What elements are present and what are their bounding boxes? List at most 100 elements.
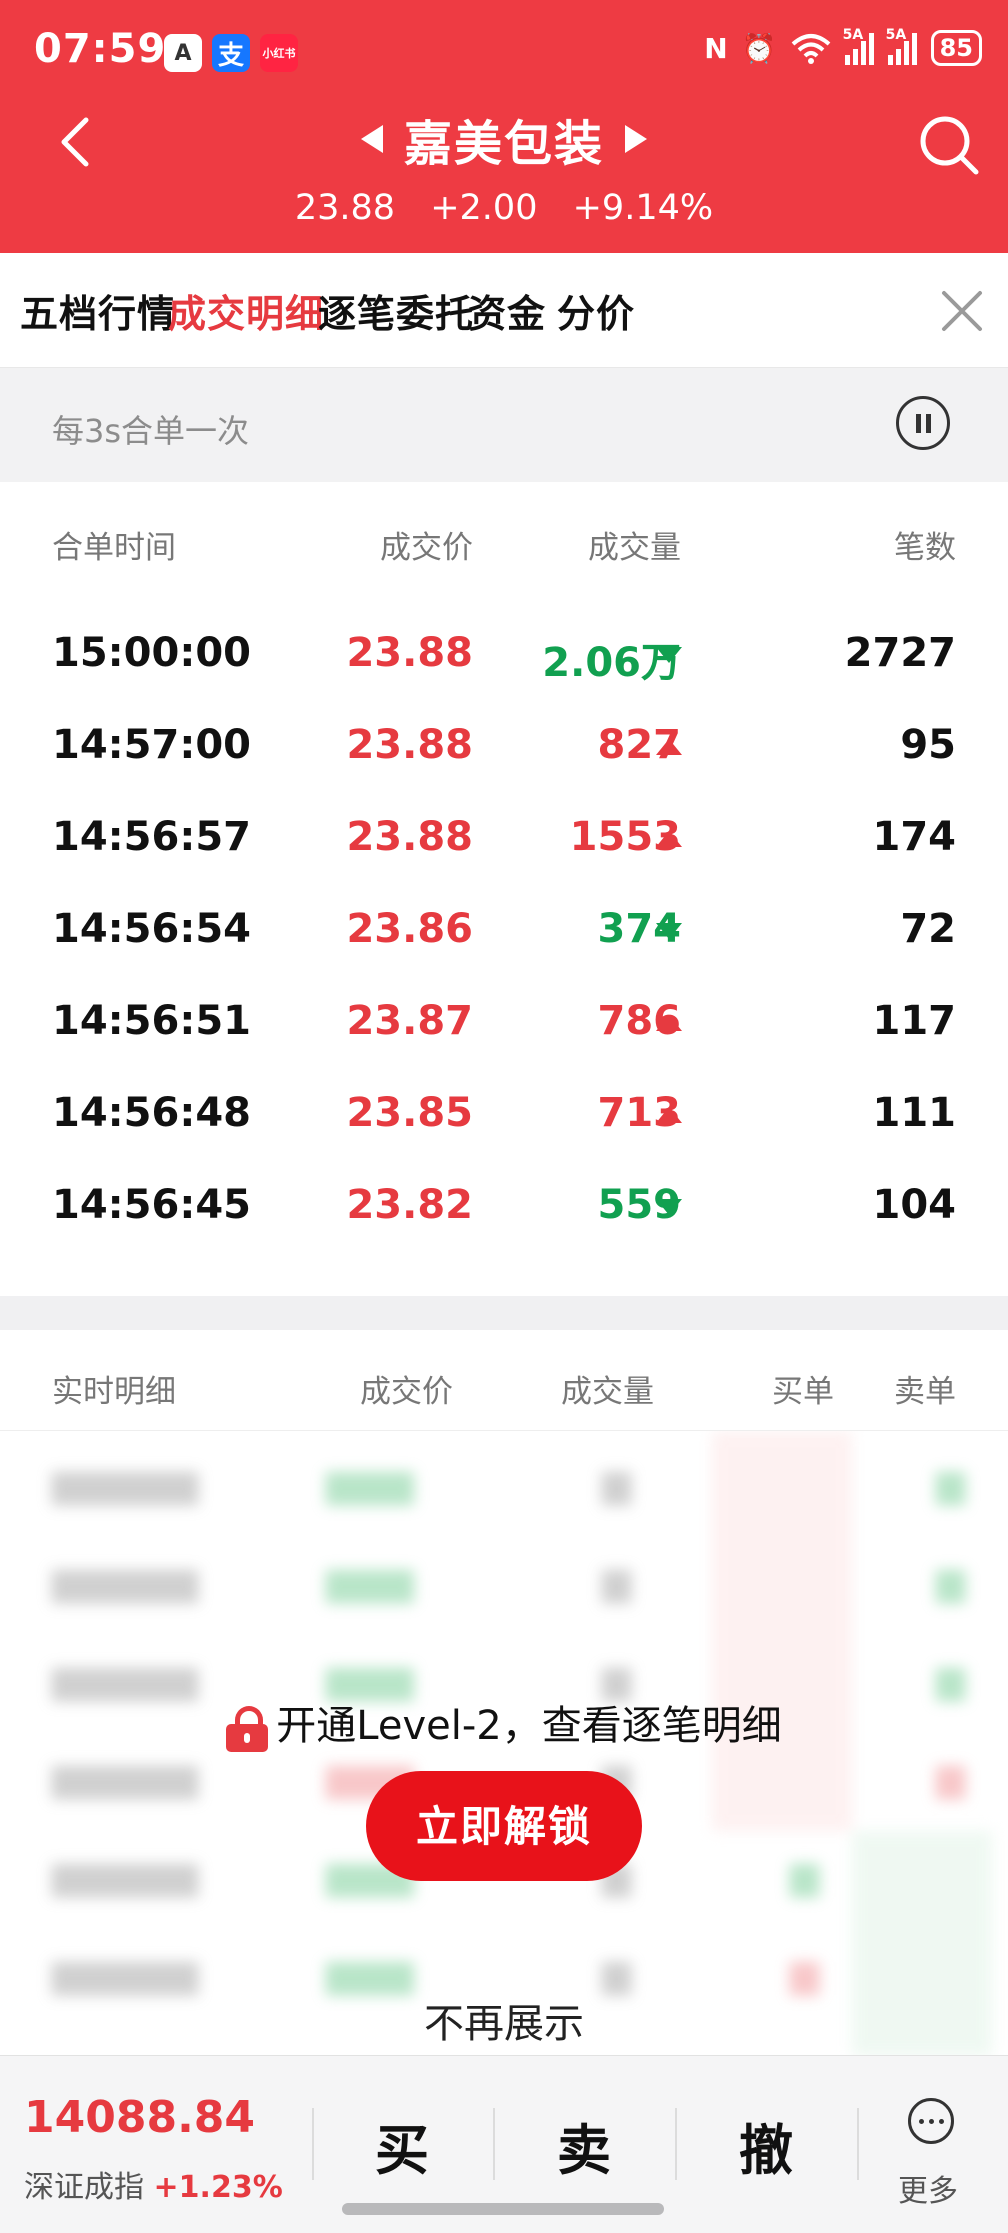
- col-sell-order: 卖单: [894, 1374, 956, 1410]
- status-app-icons: A 支 小红书: [164, 34, 298, 72]
- header: 07:59 A 支 小红书 N ⏰ 5A 5A 85 嘉美包装 23.88 +2…: [0, 0, 1008, 253]
- nfc-icon: N: [704, 31, 728, 65]
- tab-price-distribution[interactable]: 分价: [557, 283, 635, 338]
- row-price: 23.85: [346, 1090, 473, 1136]
- table-row: 15:00:00 23.88 2.06万 2727: [0, 600, 1008, 692]
- blurred-row: ▆▆▆▆▆ ▆▆▆ ▆ ▆: [52, 1559, 966, 1603]
- table-row: 14:56:51 23.87 786 117: [0, 968, 1008, 1060]
- battery-icon: 85: [930, 30, 982, 66]
- stock-switcher: 嘉美包装: [0, 104, 1008, 174]
- stock-change: +2.00: [430, 188, 538, 228]
- section-divider: [0, 1296, 1008, 1330]
- stock-price: 23.88: [294, 188, 396, 228]
- xiaohongshu-icon: 小红书: [260, 34, 298, 72]
- row-price: 23.88: [346, 722, 473, 768]
- separator: [312, 2108, 314, 2180]
- quote-line: 23.88 +2.00 +9.14%: [0, 188, 1008, 228]
- tab-order-by-order[interactable]: 逐笔委托: [318, 283, 474, 338]
- direction-icon: [656, 1107, 682, 1123]
- table-row: 14:56:45 23.82 559 104: [0, 1152, 1008, 1244]
- direction-icon: [656, 739, 682, 755]
- direction-icon: [656, 831, 682, 847]
- row-price: 23.86: [346, 906, 473, 952]
- trade-table: 15:00:00 23.88 2.06万 2727 14:57:00 23.88…: [0, 600, 1008, 1244]
- wifi-icon: [791, 34, 830, 64]
- next-stock-icon[interactable]: [625, 125, 648, 153]
- stock-change-pct: +9.14%: [572, 188, 714, 228]
- trade-table-header: 合单时间 成交价 成交量 笔数: [0, 482, 1008, 600]
- table-row: 14:56:54 23.86 374 72: [0, 876, 1008, 968]
- alarm-icon: ⏰: [741, 31, 777, 65]
- separator: [493, 2108, 495, 2180]
- table-row: 14:56:57 23.88 1553 174: [0, 784, 1008, 876]
- col-price: 成交价: [380, 530, 473, 566]
- row-time: 14:57:00: [52, 722, 251, 768]
- level2-prompt-text: 开通Level-2，查看逐笔明细: [276, 1703, 782, 1749]
- row-count: 104: [872, 1182, 957, 1228]
- realtime-table-header: 实时明细 成交价 成交量 买单 卖单: [0, 1330, 1008, 1431]
- col-merge-time: 合单时间: [52, 530, 176, 566]
- col-volume: 成交量: [588, 530, 681, 566]
- index-label[interactable]: 深证成指 +1.23%: [24, 2162, 283, 2206]
- signal-icon-2: 5A: [886, 27, 917, 65]
- signal-icon-1: 5A: [843, 27, 874, 65]
- index-name: 深证成指: [24, 2170, 144, 2205]
- row-count: 111: [872, 1090, 957, 1136]
- search-icon[interactable]: [916, 112, 982, 178]
- col-rt-volume: 成交量: [561, 1374, 654, 1410]
- sell-button[interactable]: 卖: [524, 2106, 644, 2185]
- row-price: 23.82: [346, 1182, 473, 1228]
- col-buy-order: 买单: [772, 1374, 834, 1410]
- row-time: 14:56:48: [52, 1090, 251, 1136]
- network-label: 5A: [842, 27, 864, 43]
- merge-interval-bar: 每3s合单一次: [0, 368, 1008, 482]
- col-rt-price: 成交价: [360, 1374, 453, 1410]
- row-count: 117: [872, 998, 957, 1044]
- status-bar: 07:59 A 支 小红书 N ⏰ 5A 5A 85: [0, 0, 1008, 108]
- table-row: 14:57:00 23.88 827 95: [0, 692, 1008, 784]
- separator: [675, 2108, 677, 2180]
- close-icon[interactable]: [938, 287, 986, 335]
- blurred-row: ▆▆▆▆▆ ▆▆▆ ▆ ▆: [52, 1461, 966, 1505]
- realtime-locked-area: ▆▆▆▆▆ ▆▆▆ ▆ ▆ ▆▆▆▆▆ ▆▆▆ ▆ ▆ ▆▆▆▆▆ ▆▆▆ ▆ ▆ ▆▆▆▆▆ ▆▆…: [0, 1431, 1008, 2056]
- more-icon[interactable]: [908, 2098, 954, 2144]
- app-a-icon: A: [164, 34, 202, 72]
- direction-icon: [656, 923, 682, 939]
- direction-icon: [656, 647, 682, 663]
- home-indicator[interactable]: [342, 2203, 664, 2215]
- alipay-icon: 支: [212, 34, 250, 72]
- stock-name: 嘉美包装: [403, 116, 604, 172]
- tab-funds[interactable]: 资金: [468, 283, 546, 338]
- status-time: 07:59: [34, 26, 167, 72]
- row-time: 14:56:45: [52, 1182, 251, 1228]
- level2-prompt: 开通Level-2，查看逐笔明细: [0, 1693, 1008, 1752]
- row-price: 23.87: [346, 998, 473, 1044]
- pause-icon[interactable]: [896, 396, 950, 450]
- row-count: 95: [900, 722, 956, 768]
- direction-icon: [656, 1199, 682, 1215]
- row-time: 14:56:51: [52, 998, 251, 1044]
- col-realtime: 实时明细: [52, 1374, 176, 1410]
- row-price: 23.88: [346, 814, 473, 860]
- lock-icon: [226, 1706, 269, 1752]
- row-price: 23.88: [346, 630, 473, 676]
- separator: [857, 2108, 859, 2180]
- row-count: 2727: [844, 630, 956, 676]
- unlock-button[interactable]: 立即解锁: [366, 1771, 642, 1881]
- tab-trade-detail[interactable]: 成交明细: [168, 283, 324, 338]
- more-label[interactable]: 更多: [898, 2166, 958, 2210]
- row-time: 14:56:57: [52, 814, 251, 860]
- prev-stock-icon[interactable]: [360, 125, 383, 153]
- table-row: 14:56:48 23.85 713 111: [0, 1060, 1008, 1152]
- row-count: 72: [900, 906, 956, 952]
- index-value[interactable]: 14088.84: [24, 2092, 255, 2143]
- index-change-pct: +1.23%: [153, 2170, 283, 2205]
- cancel-order-button[interactable]: 撤: [706, 2106, 826, 2185]
- buy-button[interactable]: 买: [342, 2106, 462, 2185]
- merge-interval-text: 每3s合单一次: [52, 412, 250, 450]
- tab-five-level[interactable]: 五档行情: [20, 283, 176, 338]
- row-count: 174: [872, 814, 957, 860]
- network-label: 5A: [885, 27, 907, 43]
- status-right: N ⏰ 5A 5A 85: [704, 27, 982, 66]
- dismiss-link[interactable]: 不再展示: [0, 1991, 1008, 2049]
